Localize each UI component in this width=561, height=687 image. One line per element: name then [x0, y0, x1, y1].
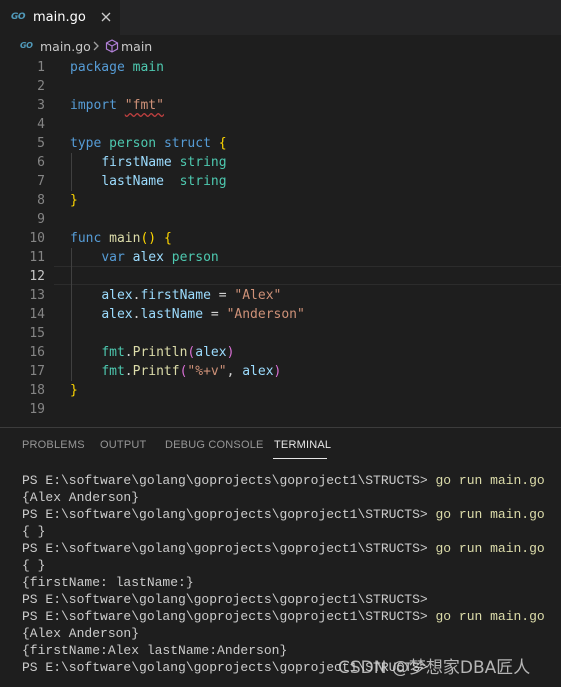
line-number: 1 [37, 60, 45, 75]
tab-debug-console[interactable]: DEBUG CONSOLE [165, 439, 264, 451]
terminal-output: { } [22, 558, 46, 573]
close-icon[interactable] [96, 7, 116, 27]
terminal-prompt: PS E:\software\golang\goprojects\goproje… [22, 609, 428, 624]
go-file-icon: GO [11, 12, 26, 22]
tab-terminal[interactable]: TERMINAL [274, 439, 331, 451]
line-number: 11 [29, 250, 45, 265]
code-line: alex.firstName = "Alex" [101, 288, 282, 303]
line-number: 9 [37, 212, 45, 227]
terminal-line: PS E:\software\golang\goprojects\goproje… [22, 591, 428, 608]
code-line: firstName string [101, 155, 227, 170]
code-line: package main [70, 60, 164, 75]
breadcrumb: GO main.go main [0, 35, 561, 57]
code-line: fmt.Printf("%+v", alex) [101, 364, 282, 379]
code-line: import "fmt" [70, 98, 164, 113]
line-number: 8 [37, 193, 45, 208]
code-line: } [70, 383, 78, 398]
line-number: 7 [37, 174, 45, 189]
line-number: 10 [29, 231, 45, 246]
code-line: lastName string [101, 174, 227, 189]
tab-label: main.go [33, 10, 86, 25]
terminal-line: PS E:\software\golang\goprojects\goproje… [22, 608, 545, 625]
terminal-prompt: PS E:\software\golang\goprojects\goproje… [22, 507, 428, 522]
code-line: alex.lastName = "Anderson" [101, 307, 305, 322]
line-number: 3 [37, 98, 45, 113]
chevron-right-icon [93, 41, 99, 51]
terminal-prompt: PS E:\software\golang\goprojects\goproje… [22, 541, 428, 556]
terminal-output: {firstName:Alex lastName:Anderson} [22, 643, 288, 658]
tab-problems[interactable]: PROBLEMS [22, 439, 85, 451]
tab-output[interactable]: OUTPUT [100, 439, 146, 451]
watermark: CSDN @梦想家DBA匠人 [338, 658, 531, 678]
line-number: 4 [37, 117, 45, 132]
editor-tab-bar: GO main.go [0, 0, 561, 35]
code-line: } [70, 193, 78, 208]
method-cube-icon [105, 39, 119, 53]
current-line-highlight [54, 266, 561, 285]
terminal-prompt: PS E:\software\golang\goprojects\goproje… [22, 473, 428, 488]
terminal-line: PS E:\software\golang\goprojects\goproje… [22, 540, 545, 557]
tab-main-go[interactable]: GO main.go [0, 0, 120, 35]
terminal-output: {Alex Anderson} [22, 490, 140, 505]
line-number: 18 [29, 383, 45, 398]
terminal-prompt: PS E:\software\golang\goprojects\goproje… [22, 592, 428, 607]
line-number: 6 [37, 155, 45, 170]
terminal-output: {firstName: lastName:} [22, 575, 194, 590]
terminal-line: PS E:\software\golang\goprojects\goproje… [22, 472, 545, 489]
code-line: fmt.Println(alex) [101, 345, 235, 360]
line-number: 13 [29, 288, 45, 303]
line-number: 2 [37, 79, 45, 94]
breadcrumb-file[interactable]: main.go [40, 39, 91, 54]
code-line: type person struct { [70, 136, 227, 151]
terminal-command: go run main.go [435, 609, 545, 624]
line-number: 19 [29, 402, 45, 417]
code-line: var alex person [101, 250, 219, 265]
code-editor[interactable]: 1 2 3 4 5 6 7 8 9 10 11 12 13 14 15 16 1… [0, 57, 561, 427]
go-file-icon: GO [20, 41, 33, 50]
breadcrumb-symbol[interactable]: main [121, 39, 152, 54]
line-number-active: 12 [29, 269, 45, 284]
line-number: 15 [29, 326, 45, 341]
code-line: func main() { [70, 231, 172, 246]
terminal-output: { } [22, 524, 46, 539]
line-number: 16 [29, 345, 45, 360]
line-number: 17 [29, 364, 45, 379]
terminal-command: go run main.go [435, 507, 545, 522]
terminal-command: go run main.go [435, 473, 545, 488]
terminal-command: go run main.go [435, 541, 545, 556]
terminal-line: PS E:\software\golang\goprojects\goproje… [22, 506, 545, 523]
line-number: 14 [29, 307, 45, 322]
active-tab-indicator [273, 458, 327, 459]
terminal-output: {Alex Anderson} [22, 626, 140, 641]
line-number: 5 [37, 136, 45, 151]
